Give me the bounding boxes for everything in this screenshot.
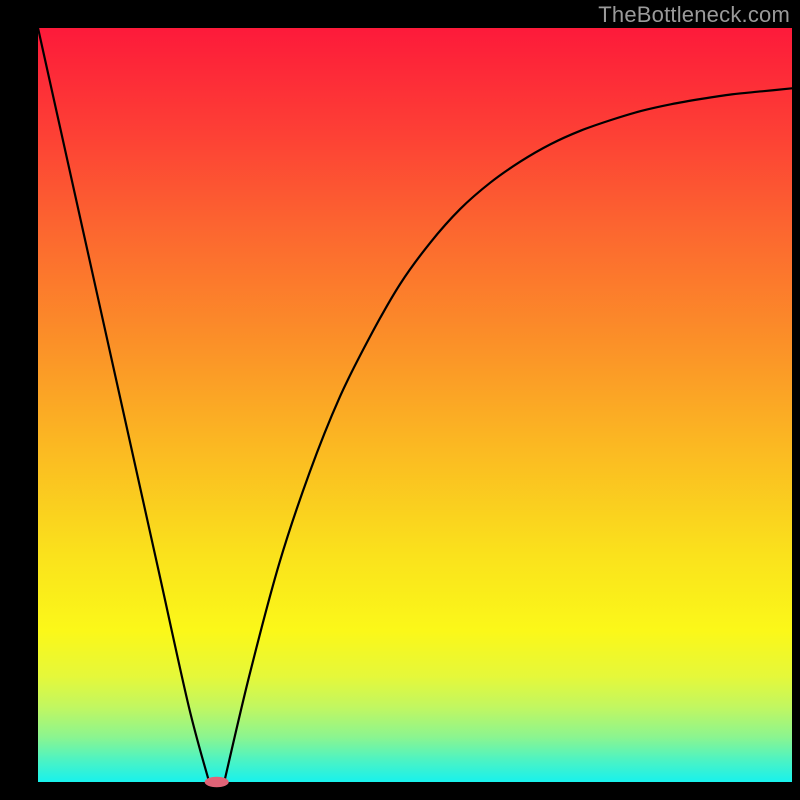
optimum-marker [205, 777, 229, 788]
plot-gradient-background [38, 28, 792, 782]
source-watermark: TheBottleneck.com [598, 2, 790, 28]
chart-canvas [0, 0, 800, 800]
optimum-marker-ellipse [205, 777, 229, 788]
chart-frame: TheBottleneck.com [0, 0, 800, 800]
